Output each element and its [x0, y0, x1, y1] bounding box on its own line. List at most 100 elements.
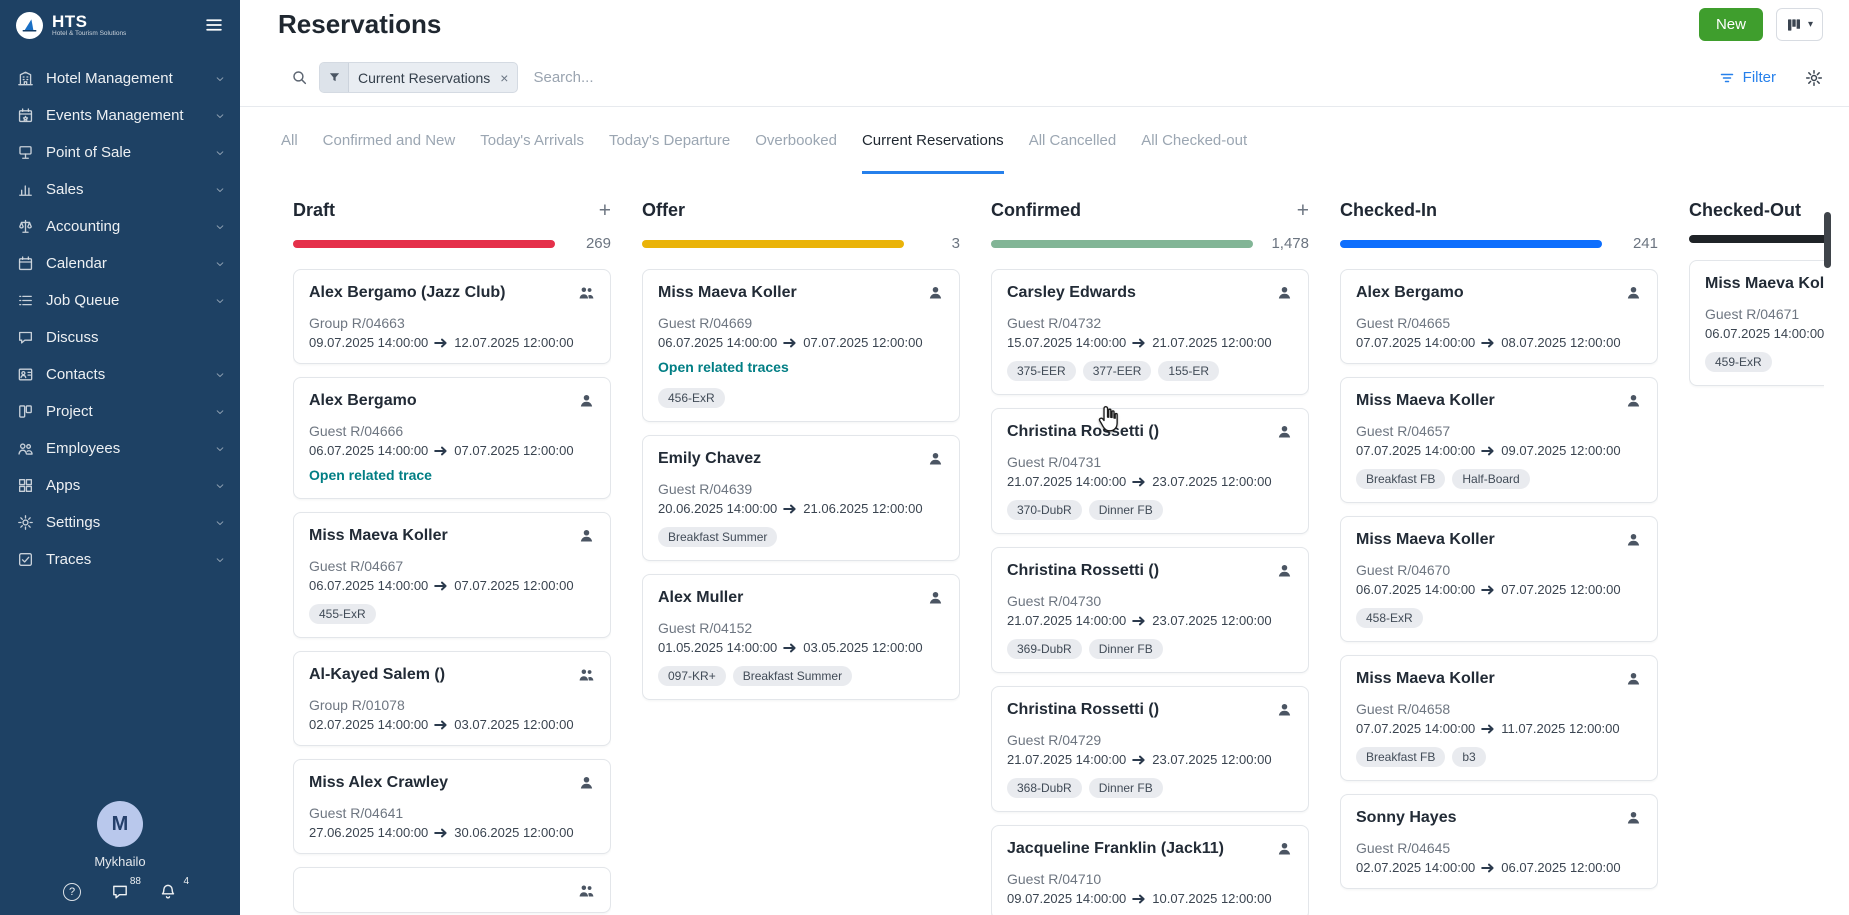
logo-text-block: HTS Hotel & Tourism Solutions: [52, 13, 126, 38]
new-button[interactable]: New: [1699, 8, 1763, 41]
card-date-range: 07.07.2025 14:00:00 08.07.2025 12:00:00: [1356, 335, 1642, 350]
project-icon: [17, 403, 34, 420]
sidebar-item-events-management[interactable]: Events Management: [0, 97, 240, 134]
sidebar-item-label: Point of Sale: [46, 144, 131, 161]
card-tags: 456-ExR: [658, 388, 944, 408]
reservation-card[interactable]: Miss Maeva Koller Guest R/04669 06.07.20…: [642, 269, 960, 422]
card-checkin-datetime: 06.07.2025 14:00:00: [1705, 326, 1824, 341]
card-reference: Guest R/04152: [658, 620, 944, 636]
sidebar-item-project[interactable]: Project: [0, 393, 240, 430]
help-icon[interactable]: ?: [63, 883, 81, 901]
sidebar-item-traces[interactable]: Traces: [0, 541, 240, 578]
view-switcher-button[interactable]: ▾: [1776, 8, 1823, 41]
tab-overbooked[interactable]: Overbooked: [755, 107, 837, 174]
sidebar-item-apps[interactable]: Apps: [0, 467, 240, 504]
reservation-card[interactable]: Miss Maeva Koller Guest R/04667 06.07.20…: [293, 512, 611, 638]
sidebar-item-hotel-management[interactable]: Hotel Management: [0, 60, 240, 97]
reservation-card[interactable]: Carsley Edwards Guest R/04732 15.07.2025…: [991, 269, 1309, 395]
tab-today-s-arrivals[interactable]: Today's Arrivals: [480, 107, 584, 174]
reservation-card[interactable]: Alex Muller Guest R/04152 01.05.2025 14:…: [642, 574, 960, 700]
card-tags: 455-ExR: [309, 604, 595, 624]
scrollbar-thumb[interactable]: [1824, 212, 1831, 268]
add-record-icon[interactable]: +: [1297, 200, 1309, 221]
avatar[interactable]: M: [97, 801, 143, 847]
person-icon: [927, 589, 944, 606]
sidebar-item-job-queue[interactable]: Job Queue: [0, 282, 240, 319]
card-reference: Guest R/04665: [1356, 315, 1642, 331]
card-guest-name: Miss Maeva Koller: [1356, 669, 1617, 689]
events-icon: [17, 107, 34, 124]
chevron-down-icon: [214, 221, 226, 233]
column-progress-bar[interactable]: [642, 240, 904, 248]
sidebar-item-employees[interactable]: Employees: [0, 430, 240, 467]
reservation-card[interactable]: Jacqueline Franklin (Jack11) Guest R/047…: [991, 825, 1309, 915]
tab-confirmed-and-new[interactable]: Confirmed and New: [323, 107, 456, 174]
card-checkout-datetime: 09.07.2025 12:00:00: [1501, 443, 1620, 458]
sidebar-item-settings[interactable]: Settings: [0, 504, 240, 541]
sidebar-item-sales[interactable]: Sales: [0, 171, 240, 208]
reservation-card[interactable]: Christina Rossetti () Guest R/04729 21.0…: [991, 686, 1309, 812]
tab-today-s-departure[interactable]: Today's Departure: [609, 107, 730, 174]
tab-all-checked-out[interactable]: All Checked-out: [1141, 107, 1247, 174]
group-icon: [578, 882, 595, 899]
open-related-trace-link[interactable]: Open related trace: [309, 467, 432, 483]
tag: Breakfast Summer: [658, 527, 777, 547]
reservation-card[interactable]: Miss Alex Crawley Guest R/04641 27.06.20…: [293, 759, 611, 854]
card-date-range: 09.07.2025 14:00:00 10.07.2025 12:00:00: [1007, 891, 1293, 906]
reservation-card[interactable]: Alex Bergamo Guest R/04666 06.07.2025 14…: [293, 377, 611, 499]
funnel-icon: [320, 63, 349, 92]
reservation-card[interactable]: Al-Kayed Salem () Group R/01078 02.07.20…: [293, 651, 611, 746]
tab-current-reservations[interactable]: Current Reservations: [862, 107, 1004, 174]
remove-filter-icon[interactable]: ×: [499, 70, 517, 86]
search-input[interactable]: [533, 69, 1707, 86]
open-related-trace-link[interactable]: Open related traces: [658, 359, 789, 375]
reservation-card[interactable]: Miss Maeva Koller Guest R/04658 07.07.20…: [1340, 655, 1658, 781]
tab-all[interactable]: All: [281, 107, 298, 174]
column-progress-bar[interactable]: [293, 240, 555, 248]
reservation-card[interactable]: Emily Chavez Guest R/04639 20.06.2025 14…: [642, 435, 960, 561]
bell-icon[interactable]: 4: [159, 883, 177, 901]
card-guest-name: Christina Rossetti (): [1007, 700, 1268, 720]
sidebar-item-contacts[interactable]: Contacts: [0, 356, 240, 393]
arrow-right-icon: [434, 338, 448, 348]
kanban-column-draft: Draft + 269 Alex Bergamo (Jazz Club) Gro…: [293, 198, 611, 915]
reservation-card[interactable]: [293, 867, 611, 913]
card-checkin-datetime: 06.07.2025 14:00:00: [658, 335, 777, 350]
chevron-down-icon: [214, 73, 226, 85]
column-progress-bar[interactable]: [1340, 240, 1602, 248]
user-name: Mykhailo: [94, 854, 145, 869]
sidebar-item-calendar[interactable]: Calendar: [0, 245, 240, 282]
card-date-range: 21.07.2025 14:00:00 23.07.2025 12:00:00: [1007, 474, 1293, 489]
reservation-card[interactable]: Miss Maeva Koller Guest R/04671 06.07.20…: [1689, 260, 1824, 386]
sidebar-item-accounting[interactable]: Accounting: [0, 208, 240, 245]
reservation-card[interactable]: Sonny Hayes Guest R/04645 02.07.2025 14:…: [1340, 794, 1658, 889]
card-date-range: 20.06.2025 14:00:00 21.06.2025 12:00:00: [658, 501, 944, 516]
add-record-icon[interactable]: +: [599, 200, 611, 221]
chat-icon[interactable]: 88: [111, 883, 129, 901]
topbar: Reservations New ▾: [240, 0, 1849, 49]
tag: 456-ExR: [658, 388, 725, 408]
menu-toggle-icon[interactable]: [204, 15, 224, 35]
card-tags: 097-KR+Breakfast Summer: [658, 666, 944, 686]
filter-button[interactable]: Filter: [1719, 69, 1776, 86]
person-icon: [578, 392, 595, 409]
filter-chip[interactable]: Current Reservations ×: [319, 62, 518, 93]
column-cards: Miss Maeva Koller Guest R/04671 06.07.20…: [1689, 260, 1824, 915]
chevron-down-icon: [214, 110, 226, 122]
column-progress-bar[interactable]: [991, 240, 1253, 248]
sidebar-item-discuss[interactable]: Discuss: [0, 319, 240, 356]
sidebar-item-point-of-sale[interactable]: Point of Sale: [0, 134, 240, 171]
reservation-card[interactable]: Alex Bergamo Guest R/04665 07.07.2025 14…: [1340, 269, 1658, 364]
card-date-range: 27.06.2025 14:00:00 30.06.2025 12:00:00: [309, 825, 595, 840]
tab-all-cancelled[interactable]: All Cancelled: [1029, 107, 1117, 174]
hotel-icon: [17, 70, 34, 87]
reservation-card[interactable]: Miss Maeva Koller Guest R/04657 07.07.20…: [1340, 377, 1658, 503]
card-checkout-datetime: 03.05.2025 12:00:00: [803, 640, 922, 655]
card-guest-name: Christina Rossetti (): [1007, 422, 1268, 442]
reservation-card[interactable]: Alex Bergamo (Jazz Club) Group R/04663 0…: [293, 269, 611, 364]
reservation-card[interactable]: Christina Rossetti () Guest R/04730 21.0…: [991, 547, 1309, 673]
reservation-card[interactable]: Christina Rossetti () Guest R/04731 21.0…: [991, 408, 1309, 534]
reservation-card[interactable]: Miss Maeva Koller Guest R/04670 06.07.20…: [1340, 516, 1658, 642]
gear-icon[interactable]: [1805, 69, 1823, 87]
column-progress-bar[interactable]: [1689, 235, 1824, 243]
